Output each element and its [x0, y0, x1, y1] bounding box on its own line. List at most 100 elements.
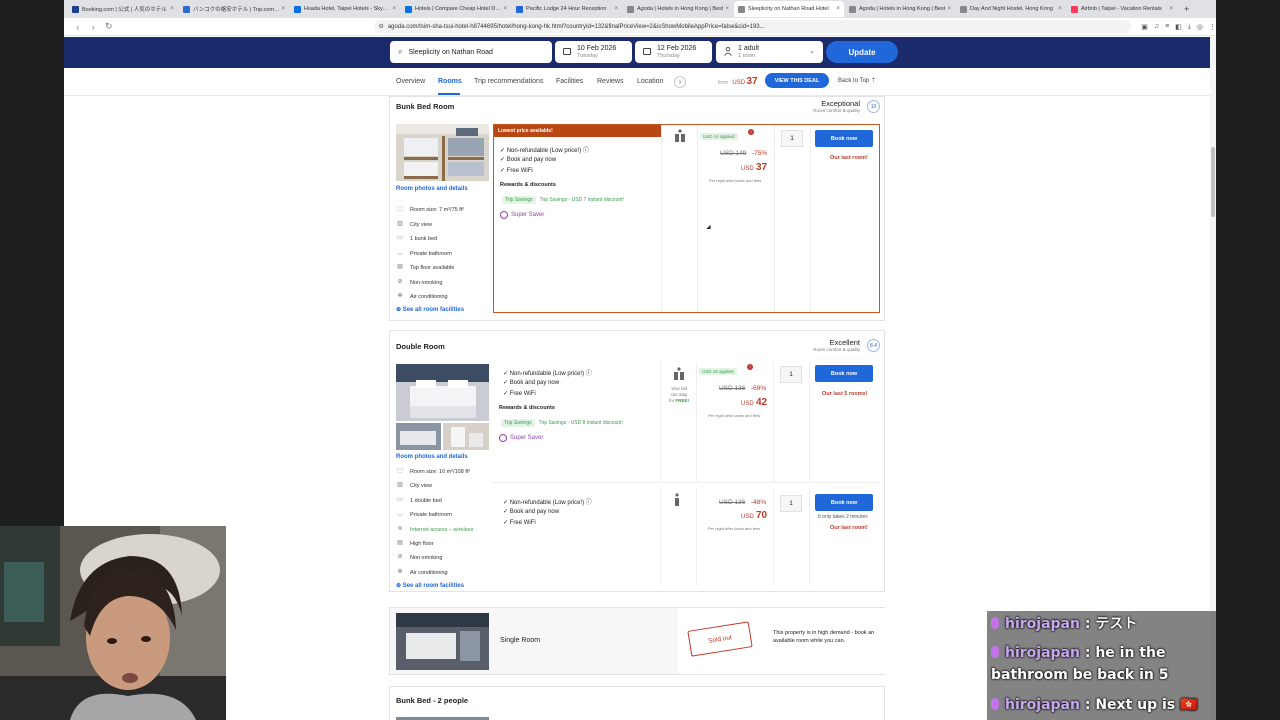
back-icon[interactable]: ‹ — [70, 22, 85, 32]
room-photo-small[interactable] — [443, 423, 489, 450]
room-photo[interactable] — [396, 124, 489, 181]
view-this-deal-button[interactable]: VIEW THIS DEAL — [765, 73, 829, 88]
new-tab-icon[interactable]: + — [1184, 4, 1189, 14]
tab-rooms[interactable]: Rooms — [438, 78, 462, 85]
room-rating: Excellent Room comfort & quality — [813, 338, 860, 352]
room-card-single: Single Room Sold out This property is in… — [389, 607, 885, 675]
see-all-label: See all room facilities — [402, 583, 465, 589]
checkin-date: 10 Feb 2026 — [577, 45, 617, 52]
sidebar-icon[interactable]: ◧ — [1175, 23, 1182, 31]
browser-tab[interactable]: Booking.com | 公式 | 人気のホテル × — [68, 1, 178, 17]
chevron-right-icon[interactable]: › — [674, 76, 686, 88]
forward-icon[interactable]: › — [85, 22, 100, 32]
room-photo[interactable] — [396, 364, 489, 421]
trip-savings-tag: Trip Savings — [502, 196, 536, 204]
booking-time-note: It only takes 2 minutes — [818, 514, 868, 520]
snowflake-icon: ✻ — [397, 293, 403, 299]
account-icon[interactable]: ◎ — [1197, 23, 1203, 31]
favicon-icon — [738, 5, 745, 13]
tab-location[interactable]: Location — [637, 78, 663, 85]
close-tab-icon[interactable]: × — [1169, 6, 1173, 12]
facility-bathroom: ◡ Private bathroom — [396, 511, 452, 518]
room-photo[interactable] — [396, 613, 489, 670]
facility-floor: ▤ Top floor available — [396, 264, 454, 271]
building-icon: ▤ — [397, 540, 403, 546]
benefit-item: ✓ Free WiFi — [503, 520, 536, 526]
browser-tab[interactable]: Agoda | Hotels in Hong Kong | Best × — [845, 1, 955, 17]
update-button[interactable]: Update — [826, 41, 898, 63]
close-tab-icon[interactable]: × — [947, 6, 951, 12]
room-title: Bunk Bed Room — [396, 102, 455, 111]
tab-reviews[interactable]: Reviews — [597, 78, 623, 85]
occupancy-field[interactable]: 1 adult 1 room ⌄ — [716, 41, 823, 63]
room-quantity-select[interactable]: 1 — [781, 130, 803, 147]
room-title: Single Room — [500, 637, 541, 644]
close-tab-icon[interactable]: × — [836, 6, 840, 12]
stream-chat-overlay: hirojapan : テスト hirojapan : he in the ba… — [987, 611, 1217, 720]
browser-tab[interactable]: Day And Night Hostel, Hong Kong × — [956, 1, 1066, 17]
book-now-button[interactable]: Book now — [815, 494, 873, 511]
checkout-field[interactable]: 12 Feb 2026 Thursday — [635, 41, 712, 63]
destination-field[interactable]: ⌕ Sleeplicity on Nathan Road — [390, 41, 552, 63]
room-photos-link[interactable]: Room photos and details — [396, 454, 468, 460]
media-icon[interactable]: ♫ — [1154, 23, 1159, 31]
browser-tab[interactable]: Pacific Lodge 24 Hour Reception × — [512, 1, 622, 17]
no-smoking-icon: ⊘ — [397, 554, 403, 560]
city-icon: ▥ — [397, 221, 403, 227]
benefit-item: ✓ Free WiFi — [500, 168, 533, 174]
book-now-button[interactable]: Book now — [815, 365, 873, 382]
reload-icon[interactable]: ↻ — [101, 21, 116, 32]
menu-icon[interactable]: ⋮ — [1209, 23, 1216, 31]
tab-overview[interactable]: Overview — [396, 78, 425, 85]
close-tab-icon[interactable]: × — [281, 6, 285, 12]
original-price: USD 136 — [719, 499, 746, 506]
back-to-top-link[interactable]: Back to Top ⇡ — [838, 77, 876, 84]
close-tab-icon[interactable]: × — [170, 6, 174, 12]
site-info-icon[interactable]: ⚙ — [378, 23, 383, 30]
room-quantity-select[interactable]: 1 — [780, 495, 802, 512]
reading-list-icon[interactable]: ≡ — [1165, 23, 1169, 31]
close-tab-icon[interactable]: × — [392, 6, 396, 12]
info-icon[interactable]: ⓘ — [586, 500, 592, 506]
browser-tab[interactable]: Sleeplicity on Nathan Road Hotel × — [734, 1, 844, 17]
plus-icon: ⊕ — [396, 583, 403, 589]
room-photo-small[interactable] — [396, 423, 441, 450]
tab-trip-recommendations[interactable]: Trip recommendations — [474, 78, 543, 85]
rewards-title: Rewards & discounts — [500, 182, 556, 188]
room-photos-link[interactable]: Room photos and details — [396, 186, 468, 192]
see-all-facilities-link[interactable]: ⊕ See all room facilities — [396, 306, 464, 313]
chat-text: Next up is 🇭🇰 — [1095, 697, 1198, 713]
address-bar-row: ‹ › ↻ ⚙ agoda.com/tsim-sha-tsui-hotel-h8… — [64, 18, 1216, 36]
close-tab-icon[interactable]: × — [503, 6, 507, 12]
browser-tab[interactable]: バンコクの格安ホテル | Trip.com ドロ × — [179, 1, 289, 17]
person-icon — [724, 47, 732, 56]
arrow-up-icon: ⇡ — [870, 78, 876, 84]
browser-tab[interactable]: Airbnb | Taipei - Vacation Rentals × — [1067, 1, 1177, 17]
browser-tab[interactable]: Hsada Hotel, Taipei Hotels - Skyscanner× — [290, 1, 400, 17]
discount-percent: -69% — [751, 385, 767, 392]
download-icon[interactable]: ⤓ — [1188, 23, 1191, 31]
offer-row: ✓ Non-refundable (Low price!) ⓘ ✓ Book a… — [493, 362, 880, 483]
room-quantity-select[interactable]: 1 — [780, 366, 802, 383]
kids-note-free: FREE! — [675, 398, 690, 403]
tab-title: Pacific Lodge 24 Hour Reception — [526, 6, 607, 12]
scrollbar-thumb[interactable] — [1211, 147, 1215, 217]
extension-icon[interactable]: ▣ — [1141, 23, 1148, 31]
close-tab-icon[interactable]: × — [614, 6, 618, 12]
bath-icon: ◡ — [397, 511, 403, 517]
checkin-field[interactable]: 10 Feb 2026 Tuesday — [555, 41, 632, 63]
tab-facilities[interactable]: Facilities — [556, 78, 583, 85]
info-icon[interactable]: ⓘ — [583, 148, 589, 154]
url-field[interactable]: ⚙ agoda.com/tsim-sha-tsui-hotel-h8744695… — [374, 20, 1132, 33]
book-now-button[interactable]: Book now — [815, 130, 873, 147]
browser-tab[interactable]: Hotels | Compare Cheap Hotel Deals × — [401, 1, 511, 17]
tab-title: Agoda | Hotels in Hong Kong | Best — [859, 6, 946, 12]
see-all-facilities-link[interactable]: ⊕ See all room facilities — [396, 582, 464, 589]
info-icon[interactable]: ⓘ — [586, 371, 592, 377]
close-tab-icon[interactable]: × — [725, 6, 729, 12]
browser-tab[interactable]: Agoda | Hotels in Hong Kong | Best × — [623, 1, 733, 17]
facility-label: Private bathroom — [410, 511, 452, 518]
close-tab-icon[interactable]: × — [1058, 6, 1062, 12]
facility-label: Air conditioning — [410, 293, 448, 300]
favicon-icon — [294, 5, 301, 13]
